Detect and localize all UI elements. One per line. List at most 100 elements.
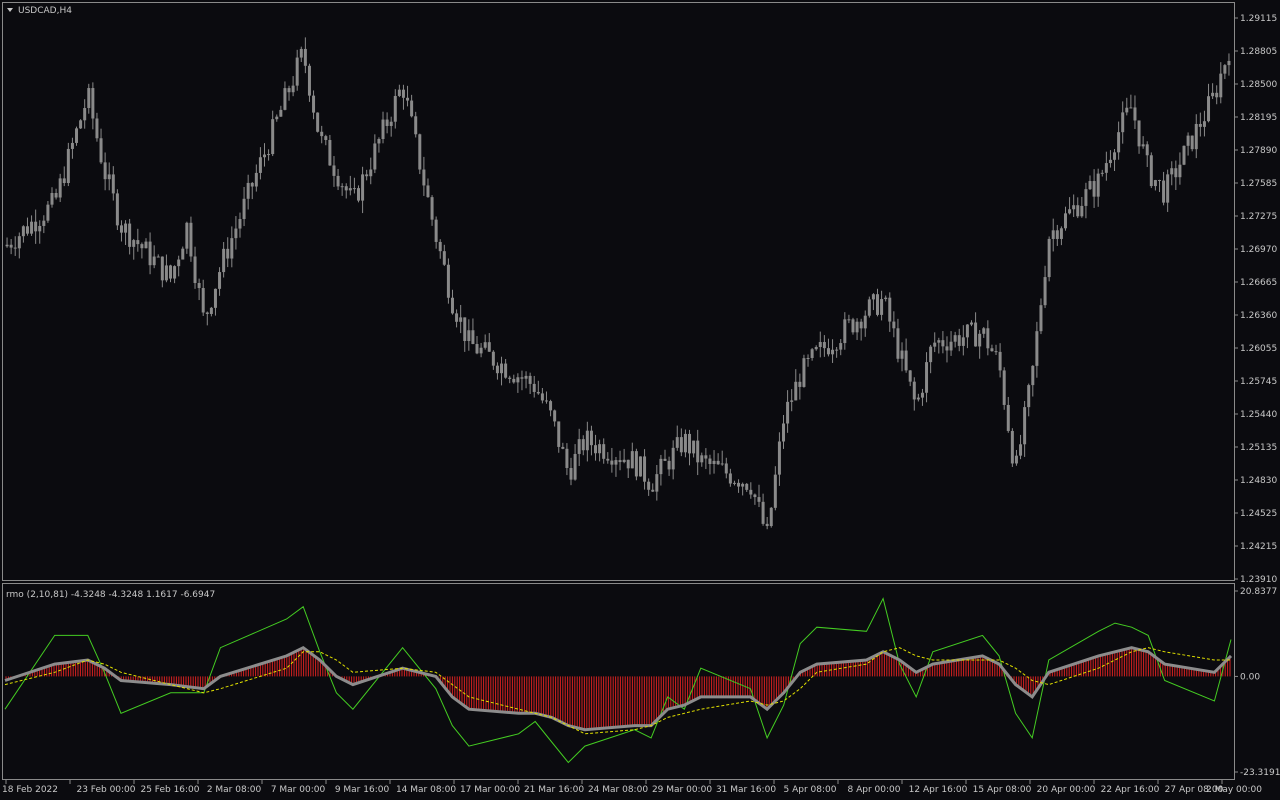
candle-body [164, 265, 168, 281]
candle-body [393, 95, 397, 122]
candle-body [1125, 107, 1129, 113]
candle-body [1174, 168, 1178, 178]
candle-body [418, 134, 422, 170]
candle-body [957, 335, 961, 346]
candle-body [209, 307, 213, 314]
candle-body [9, 244, 13, 248]
candle-body [732, 482, 736, 484]
candle-body [111, 174, 115, 194]
candle-body [933, 342, 937, 347]
candle-body [553, 410, 557, 422]
candle-body [75, 128, 79, 143]
candle-body [998, 351, 1002, 371]
candle-body [908, 370, 912, 382]
x-tick-label: 8 Apr 00:00 [848, 785, 901, 795]
candle-body [291, 85, 295, 93]
candle-body [46, 204, 50, 221]
candle-body [814, 346, 818, 350]
candle-body [978, 333, 982, 347]
candle-body [900, 350, 904, 359]
candle-body [1149, 155, 1153, 187]
candle-body [516, 377, 520, 383]
candle-body [651, 489, 655, 492]
candle-body [222, 248, 226, 273]
candle-body [1108, 159, 1112, 164]
candle-body [1027, 385, 1031, 408]
candle-body [1035, 331, 1039, 366]
candle-body [38, 225, 42, 232]
candle-body [238, 219, 242, 229]
x-tick-label: 29 Mar 00:00 [652, 785, 712, 795]
candle-body [1104, 163, 1108, 173]
candle-body [618, 460, 622, 463]
candle-body [25, 226, 29, 234]
x-tick-label: 17 Mar 00:00 [460, 785, 520, 795]
candle-body [1068, 209, 1072, 214]
candle-body [994, 351, 998, 353]
candle-body [491, 351, 495, 366]
candle-body [495, 365, 499, 374]
candle-body [287, 88, 291, 93]
x-tick-label: 2 May 00:00 [1206, 785, 1262, 795]
candle-body [1219, 73, 1223, 98]
candle-body [536, 391, 540, 394]
candle-body [880, 299, 884, 315]
candle-body [148, 241, 152, 266]
candle-body [320, 131, 324, 137]
candle-body [1084, 189, 1088, 206]
candle-body [128, 223, 132, 247]
y-tick-label: 1.25745 [1240, 377, 1277, 387]
y-tick-label: 1.24830 [1240, 476, 1277, 486]
candle-body [569, 467, 573, 480]
candle-body [1059, 228, 1063, 239]
candle-body [761, 501, 765, 524]
candle-body [177, 259, 181, 267]
candle-body [790, 400, 794, 402]
candle-body [1002, 370, 1006, 405]
candle-body [720, 463, 724, 465]
candle-body [58, 178, 62, 198]
x-tick-label: 15 Apr 08:00 [973, 785, 1032, 795]
candle-body [324, 136, 328, 140]
candle-body [79, 120, 83, 129]
x-tick-label: 25 Feb 16:00 [140, 785, 199, 795]
candle-body [275, 116, 279, 120]
candle-body [929, 346, 933, 363]
candle-body [549, 401, 553, 411]
candle-body [508, 377, 512, 379]
candle-body [132, 240, 136, 247]
candle-body [332, 165, 336, 176]
candle-body [336, 175, 340, 187]
candle-body [581, 439, 585, 451]
candle-body [193, 256, 197, 283]
candle-body [773, 474, 777, 508]
y-tick-label: 1.23910 [1240, 575, 1277, 585]
candle-body [401, 89, 405, 98]
candle-body [50, 193, 54, 205]
candle-body [218, 272, 222, 289]
candle-body [749, 489, 753, 495]
y-tick-label: 1.26360 [1240, 311, 1277, 321]
candle-body [671, 447, 675, 470]
candle-body [892, 321, 896, 329]
candle-body [1153, 180, 1157, 187]
candle-body [565, 448, 569, 468]
candle-body [1072, 205, 1076, 210]
y-tick-label: 1.26665 [1240, 278, 1277, 288]
candle-body [696, 440, 700, 463]
candle-body [843, 319, 847, 344]
candle-body [463, 317, 467, 342]
candle-body [826, 348, 830, 355]
candle-body [941, 340, 945, 347]
candle-body [83, 108, 87, 121]
candle-body [258, 157, 262, 173]
candle-body [757, 497, 761, 502]
candle-body [626, 459, 630, 469]
price-chart[interactable]: 1.29115 1.28805 1.28500 1.28195 1.27890 1.275… [0, 0, 1280, 800]
candle-body [675, 437, 679, 448]
candle-body [700, 455, 704, 463]
x-tick-label: 2 Mar 08:00 [207, 785, 262, 795]
candle-body [769, 507, 773, 527]
candle-body [1211, 92, 1215, 97]
candle-body [475, 343, 479, 354]
